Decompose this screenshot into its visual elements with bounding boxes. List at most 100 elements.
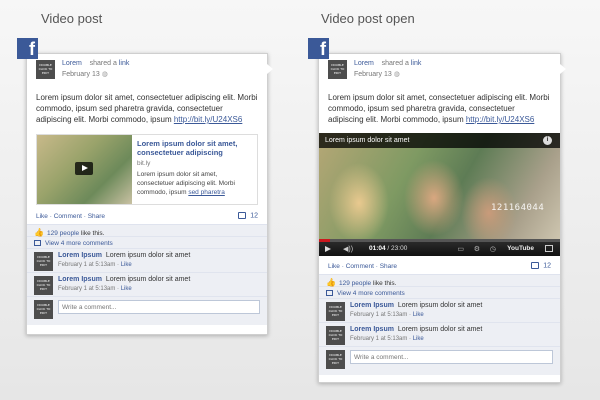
write-comment-input[interactable] xyxy=(58,300,260,314)
video-thumbnail[interactable] xyxy=(37,135,132,204)
time-current: 01:04 xyxy=(369,245,386,252)
comments-icon xyxy=(326,290,333,297)
comment-count-value: 12 xyxy=(250,212,258,220)
comment-like-link[interactable]: Like xyxy=(121,286,132,292)
comment-action[interactable]: Comment xyxy=(346,263,374,270)
share-action[interactable]: Share xyxy=(380,263,397,270)
thumbs-up-icon: 👍 xyxy=(326,278,336,287)
comment-author[interactable]: Lorem Ipsum xyxy=(58,276,102,283)
captions-icon[interactable]: ▭ xyxy=(457,245,464,253)
post-body: Lorem ipsum dolor sit amet, consectetuer… xyxy=(36,92,258,125)
comment-body: Lorem Ipsum Lorem ipsum dolor sit amet xyxy=(58,252,190,259)
shared-a-text: shared a xyxy=(381,60,409,67)
comment-time: February 1 at 5:13am · xyxy=(350,336,413,342)
attachment-description: Lorem ipsum dolor sit amet, consectetuer… xyxy=(137,170,253,197)
post-header: DOUBLE CLICK TO EDIT Lorem shared a link… xyxy=(328,60,560,86)
view-more-row[interactable]: View 4 more comments xyxy=(27,237,267,249)
post-url-link[interactable]: http://bit.ly/U24XS6 xyxy=(466,115,534,124)
video-post-open-card: DOUBLE CLICK TO EDIT Lorem shared a link… xyxy=(318,53,566,383)
volume-icon[interactable]: ◀)) xyxy=(343,245,353,253)
attachment-domain: bit.ly xyxy=(137,160,151,167)
comments-section: 👍 129 people like this. View 4 more comme… xyxy=(27,224,267,325)
comment-item: DOUBLE CLICK TO EDIT Lorem Ipsum Lorem i… xyxy=(27,249,267,273)
play-icon[interactable] xyxy=(325,246,331,252)
write-comment-input[interactable] xyxy=(350,350,553,364)
attachment-desc-link[interactable]: sed pharetra xyxy=(188,189,225,196)
comment-meta: February 1 at 5:13am · Like xyxy=(350,336,424,342)
comment-avatar[interactable]: DOUBLE CLICK TO EDIT xyxy=(326,326,345,345)
write-comment-row: DOUBLE CLICK TO EDIT xyxy=(319,347,560,369)
comment-time: February 1 at 5:13am · xyxy=(58,262,121,268)
shared-link[interactable]: link xyxy=(119,60,130,67)
comment-avatar[interactable]: DOUBLE CLICK TO EDIT xyxy=(34,252,53,271)
facebook-logo-icon: f xyxy=(17,38,38,59)
likes-suffix: like this. xyxy=(80,230,105,237)
comment-body: Lorem Ipsum Lorem ipsum dolor sit amet xyxy=(58,276,190,283)
comment-avatar[interactable]: DOUBLE CLICK TO EDIT xyxy=(326,302,345,321)
comment-author[interactable]: Lorem Ipsum xyxy=(350,326,394,333)
globe-icon: ◍ xyxy=(393,71,400,78)
comment-meta: February 1 at 5:13am · Like xyxy=(350,312,424,318)
video-controls: ◀)) 01:04 / 23:00 ▭ ⚙ ◷ YouTube xyxy=(319,242,560,256)
info-icon[interactable]: i xyxy=(543,136,552,145)
play-icon[interactable] xyxy=(75,162,93,175)
gear-icon[interactable]: ⚙ xyxy=(474,245,480,253)
like-action[interactable]: Like xyxy=(328,263,340,270)
like-action[interactable]: Like xyxy=(36,213,48,220)
likes-suffix: like this. xyxy=(372,280,397,287)
comment-item: DOUBLE CLICK TO EDIT Lorem Ipsum Lorem i… xyxy=(27,273,267,297)
post-date[interactable]: February 13 xyxy=(62,71,100,78)
video-title[interactable]: Lorem ipsum dolor sit amet xyxy=(325,137,409,144)
right-section-title: Video post open xyxy=(321,11,415,26)
thumbs-up-icon: 👍 xyxy=(34,228,44,237)
watch-later-icon[interactable]: ◷ xyxy=(490,245,496,253)
comment-item: DOUBLE CLICK TO EDIT Lorem Ipsum Lorem i… xyxy=(319,299,560,323)
youtube-logo[interactable]: YouTube xyxy=(507,245,534,252)
post-actions: Like · Comment · Share 12 xyxy=(36,212,267,224)
share-action[interactable]: Share xyxy=(88,213,105,220)
fullscreen-icon[interactable] xyxy=(545,245,553,252)
video-frame[interactable] xyxy=(319,133,560,256)
avatar[interactable]: DOUBLE CLICK TO EDIT xyxy=(36,60,55,79)
video-title-bar: Lorem ipsum dolor sit amet i xyxy=(319,133,560,148)
author-line: Lorem shared a link xyxy=(354,60,421,67)
comment-avatar[interactable]: DOUBLE CLICK TO EDIT xyxy=(34,276,53,295)
comment-text: Lorem ipsum dolor sit amet xyxy=(105,276,191,283)
write-comment-row: DOUBLE CLICK TO EDIT xyxy=(27,297,267,319)
comment-time: February 1 at 5:13am · xyxy=(350,312,413,318)
comment-meta: February 1 at 5:13am · Like xyxy=(58,262,132,268)
view-more-row[interactable]: View 4 more comments xyxy=(319,287,560,299)
view-more-comments[interactable]: View 4 more comments xyxy=(45,240,113,247)
embedded-video-player[interactable]: Lorem ipsum dolor sit amet i 121164044 ◀… xyxy=(319,133,560,256)
comment-like-link[interactable]: Like xyxy=(413,312,424,318)
comment-icon xyxy=(238,212,247,219)
post-body: Lorem ipsum dolor sit amet, consectetuer… xyxy=(328,92,551,125)
comment-author[interactable]: Lorem Ipsum xyxy=(350,302,394,309)
video-post-card: DOUBLE CLICK TO EDIT Lorem shared a link… xyxy=(26,53,273,335)
comment-meta: February 1 at 5:13am · Like xyxy=(58,286,132,292)
author-name[interactable]: Lorem xyxy=(62,60,82,67)
likes-count[interactable]: 129 people xyxy=(47,230,79,237)
likes-count[interactable]: 129 people xyxy=(339,280,371,287)
shirt-number-text: 121164044 xyxy=(491,203,545,213)
comments-icon xyxy=(34,240,41,247)
comment-text: Lorem ipsum dolor sit amet xyxy=(105,252,191,259)
attachment-title[interactable]: Lorem ipsum dolor sit amet, consectetuer… xyxy=(137,139,253,157)
comment-time: February 1 at 5:13am · xyxy=(58,286,121,292)
comment-author[interactable]: Lorem Ipsum xyxy=(58,252,102,259)
avatar[interactable]: DOUBLE CLICK TO EDIT xyxy=(328,60,347,79)
comment-count[interactable]: 12 xyxy=(238,212,258,219)
view-more-comments[interactable]: View 4 more comments xyxy=(337,290,405,297)
comment-like-link[interactable]: Like xyxy=(413,336,424,342)
post-date[interactable]: February 13 xyxy=(354,71,392,78)
link-attachment[interactable]: Lorem ipsum dolor sit amet, consectetuer… xyxy=(36,134,258,205)
author-name[interactable]: Lorem xyxy=(354,60,374,67)
facebook-logo-icon: f xyxy=(308,38,329,59)
comment-count-value: 12 xyxy=(543,262,551,270)
post-header: DOUBLE CLICK TO EDIT Lorem shared a link… xyxy=(36,60,267,86)
comment-count[interactable]: 12 xyxy=(531,262,551,269)
shared-link[interactable]: link xyxy=(411,60,422,67)
post-url-link[interactable]: http://bit.ly/U24XS6 xyxy=(174,115,242,124)
comment-like-link[interactable]: Like xyxy=(121,262,132,268)
comment-action[interactable]: Comment xyxy=(54,213,82,220)
